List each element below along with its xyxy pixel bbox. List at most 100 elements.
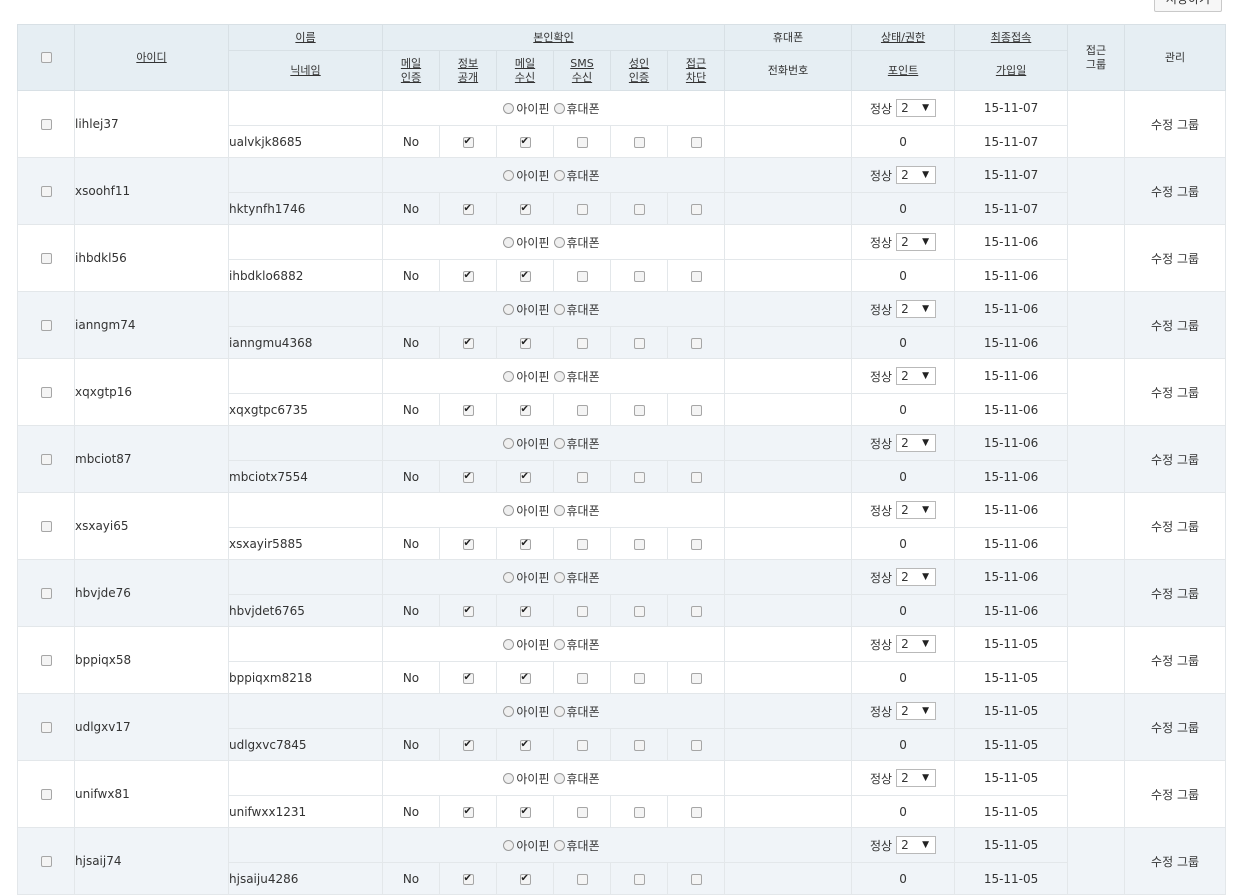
group-link[interactable]: 그룹 — [1177, 118, 1199, 132]
select-all-checkbox[interactable] — [40, 52, 52, 63]
adult-verify-checkbox[interactable] — [633, 538, 645, 550]
info-open-checkbox[interactable] — [462, 805, 474, 819]
ipin-radio[interactable] — [503, 437, 515, 449]
mail-recv-checkbox[interactable] — [519, 336, 531, 350]
info-open-checkbox[interactable] — [462, 135, 474, 149]
row-select-checkbox[interactable] — [40, 521, 52, 532]
sms-recv-checkbox[interactable] — [576, 672, 588, 684]
group-link[interactable]: 그룹 — [1177, 721, 1199, 735]
mail-recv-checkbox[interactable] — [519, 537, 531, 551]
phone-cert-radio[interactable] — [553, 437, 565, 449]
group-link[interactable]: 그룹 — [1177, 788, 1199, 802]
col-header-verification[interactable]: 본인확인 — [381, 24, 726, 51]
row-select-checkbox[interactable] — [40, 454, 52, 465]
row-select-checkbox[interactable] — [40, 320, 52, 331]
group-link[interactable]: 그룹 — [1177, 654, 1199, 668]
group-link[interactable]: 그룹 — [1177, 319, 1199, 333]
phone-cert-radio[interactable] — [553, 839, 565, 851]
ipin-radio[interactable] — [503, 504, 515, 516]
edit-link[interactable]: 수정 — [1151, 319, 1173, 333]
mail-recv-checkbox[interactable] — [519, 470, 531, 484]
info-open-checkbox[interactable] — [462, 872, 474, 886]
col-header-mail-recv[interactable]: 메일 수신 — [496, 50, 554, 91]
phone-cert-radio[interactable] — [553, 705, 565, 717]
edit-link[interactable]: 수정 — [1151, 855, 1173, 869]
group-link[interactable]: 그룹 — [1177, 453, 1199, 467]
group-link[interactable]: 그룹 — [1177, 587, 1199, 601]
row-select-checkbox[interactable] — [40, 253, 52, 264]
ipin-radio[interactable] — [503, 236, 515, 248]
ipin-radio[interactable] — [503, 102, 515, 114]
row-select-checkbox[interactable] — [40, 722, 52, 733]
sms-recv-checkbox[interactable] — [576, 873, 588, 885]
group-link[interactable]: 그룹 — [1177, 855, 1199, 869]
sms-recv-checkbox[interactable] — [576, 806, 588, 818]
adult-verify-checkbox[interactable] — [633, 203, 645, 215]
mail-recv-checkbox[interactable] — [519, 738, 531, 752]
level-select[interactable]: 2 ▼ — [896, 635, 937, 653]
info-open-checkbox[interactable] — [462, 470, 474, 484]
adult-verify-checkbox[interactable] — [633, 873, 645, 885]
mail-recv-checkbox[interactable] — [519, 135, 531, 149]
adult-verify-checkbox[interactable] — [633, 404, 645, 416]
sms-recv-checkbox[interactable] — [576, 404, 588, 416]
ipin-radio[interactable] — [503, 705, 515, 717]
adult-verify-checkbox[interactable] — [633, 605, 645, 617]
access-block-checkbox[interactable] — [690, 337, 702, 349]
edit-link[interactable]: 수정 — [1151, 654, 1173, 668]
edit-link[interactable]: 수정 — [1151, 721, 1173, 735]
access-block-checkbox[interactable] — [690, 203, 702, 215]
access-block-checkbox[interactable] — [690, 739, 702, 751]
col-header-id[interactable]: 아이디 — [74, 24, 229, 91]
access-block-checkbox[interactable] — [690, 605, 702, 617]
row-select-checkbox[interactable] — [40, 119, 52, 130]
access-block-checkbox[interactable] — [690, 270, 702, 282]
edit-link[interactable]: 수정 — [1151, 587, 1173, 601]
sms-recv-checkbox[interactable] — [576, 203, 588, 215]
ipin-radio[interactable] — [503, 839, 515, 851]
adult-verify-checkbox[interactable] — [633, 806, 645, 818]
group-link[interactable]: 그룹 — [1177, 185, 1199, 199]
edit-link[interactable]: 수정 — [1151, 520, 1173, 534]
phone-cert-radio[interactable] — [553, 638, 565, 650]
group-link[interactable]: 그룹 — [1177, 252, 1199, 266]
level-select[interactable]: 2 ▼ — [896, 166, 937, 184]
ipin-radio[interactable] — [503, 303, 515, 315]
adult-verify-checkbox[interactable] — [633, 270, 645, 282]
level-select[interactable]: 2 ▼ — [896, 367, 937, 385]
ipin-radio[interactable] — [503, 638, 515, 650]
access-block-checkbox[interactable] — [690, 404, 702, 416]
group-link[interactable]: 그룹 — [1177, 386, 1199, 400]
level-select[interactable]: 2 ▼ — [896, 568, 937, 586]
sms-recv-checkbox[interactable] — [576, 270, 588, 282]
level-select[interactable]: 2 ▼ — [896, 434, 937, 452]
level-select[interactable]: 2 ▼ — [896, 233, 937, 251]
col-header-name[interactable]: 이름 — [228, 24, 383, 51]
ipin-radio[interactable] — [503, 571, 515, 583]
col-header-sms-recv[interactable]: SMS 수신 — [553, 50, 611, 91]
adult-verify-checkbox[interactable] — [633, 471, 645, 483]
col-header-access-block[interactable]: 접근 차단 — [666, 50, 726, 91]
adult-verify-checkbox[interactable] — [633, 672, 645, 684]
phone-cert-radio[interactable] — [553, 102, 565, 114]
adult-verify-checkbox[interactable] — [633, 739, 645, 751]
row-select-checkbox[interactable] — [40, 856, 52, 867]
col-header-status[interactable]: 상태/권한 — [851, 24, 956, 51]
mail-recv-checkbox[interactable] — [519, 872, 531, 886]
info-open-checkbox[interactable] — [462, 336, 474, 350]
phone-cert-radio[interactable] — [553, 370, 565, 382]
col-header-info-open[interactable]: 정보 공개 — [439, 50, 497, 91]
row-select-checkbox[interactable] — [40, 387, 52, 398]
col-header-join-date[interactable]: 가입일 — [954, 50, 1069, 91]
edit-link[interactable]: 수정 — [1151, 118, 1173, 132]
info-open-checkbox[interactable] — [462, 269, 474, 283]
sms-recv-checkbox[interactable] — [576, 739, 588, 751]
ipin-radio[interactable] — [503, 370, 515, 382]
mail-recv-checkbox[interactable] — [519, 269, 531, 283]
row-select-checkbox[interactable] — [40, 588, 52, 599]
sms-recv-checkbox[interactable] — [576, 136, 588, 148]
row-select-checkbox[interactable] — [40, 186, 52, 197]
edit-link[interactable]: 수정 — [1151, 453, 1173, 467]
mail-recv-checkbox[interactable] — [519, 671, 531, 685]
mail-recv-checkbox[interactable] — [519, 202, 531, 216]
